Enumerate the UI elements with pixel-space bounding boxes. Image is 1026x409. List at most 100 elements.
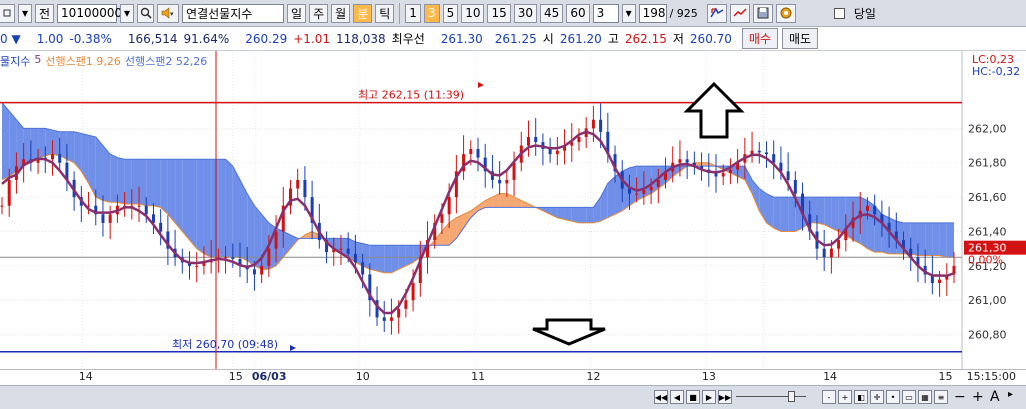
x-tick-label: 11 [471,370,486,383]
period-day-button[interactable]: 일 [287,3,307,23]
interval-60-button[interactable]: 60 [566,3,590,23]
scroll-first-icon[interactable]: ◀◀ [654,390,668,404]
dropdown-more-icon[interactable]: ▸ [1008,389,1013,400]
dropdown-arrow-icon[interactable]: ▾ [18,3,32,23]
cloud-segment [131,159,140,204]
toggle-view-icon[interactable]: ◧ [854,390,868,404]
candle-body [447,197,451,215]
candle-body [786,171,790,180]
cloud-segment [110,154,118,203]
code-input[interactable]: 10100000 [57,3,122,23]
interval-30-button[interactable]: 30 [513,3,538,23]
tick-button[interactable]: 틱 [375,3,395,23]
cloud-segment [117,157,125,204]
cloud-segment [701,162,709,167]
fit-icon[interactable] [706,3,727,23]
y-tick-label: 260,80 [968,329,1007,342]
scroll-stop-icon[interactable]: ■ [686,390,700,404]
candle-body [512,162,516,180]
interval-3-button[interactable]: 3 [423,3,440,23]
quote-oi: 118,038 [336,31,386,46]
cloud-segment [203,159,212,258]
zoom-slider-handle[interactable] [788,391,795,402]
cloud-segment [946,222,954,258]
candle-body [772,154,776,163]
candle-body [534,136,538,143]
zoom-plus-icon[interactable]: + [972,389,984,405]
chart-scrollbar[interactable]: ◀◀ ◀ ■ ▶ ▶▶ - + ◧ ✛ • ▭ ▦ ≡ − + A ▸ [0,385,1026,409]
type-button[interactable]: 전 [35,3,55,23]
search-icon[interactable] [137,3,155,23]
gear-icon[interactable] [775,3,796,23]
crosshair-icon[interactable]: ✛ [870,390,884,404]
candle-body [649,186,653,191]
candle-body [938,279,942,284]
interval-1-button[interactable]: 1 [405,3,421,23]
x-tick-label: 10 [355,370,370,383]
sell-button[interactable]: 매도 [782,28,819,49]
candle-body [108,214,112,223]
zoom-slider-track[interactable] [736,396,806,397]
trend-icon[interactable] [729,3,750,23]
candle-body [404,300,408,309]
candle-body [50,154,54,160]
time-axis-clock: 15:15:00 [966,370,1016,383]
save-icon[interactable] [752,3,773,23]
quote-low: 260.70 [689,31,732,46]
screen-icon[interactable]: ▭ [902,390,916,404]
cloud-segment [586,207,594,223]
text-size-icon[interactable]: A [990,389,1000,405]
price-chart[interactable]: 262,00 261,80 261,60 261,40 261,20 261,00 260,… [0,51,1026,369]
scroll-last-icon[interactable]: ▶▶ [718,390,732,404]
quote-change-pct: -0.38% [69,31,112,46]
candle-body [159,222,163,232]
interval-15-button[interactable]: 15 [487,3,511,23]
cloud-segment [377,245,385,273]
svg-text:▾: ▾ [170,10,174,18]
count-input[interactable]: 198 [638,3,667,23]
candle-body [873,205,877,215]
square-glyph-icon[interactable] [0,3,15,23]
interval-10-button[interactable]: 10 [461,3,485,23]
interval-select[interactable]: 3 [592,3,619,23]
zoom-out-icon[interactable]: - [822,390,836,404]
pin-icon[interactable]: • [886,390,900,404]
scroll-next-icon[interactable]: ▶ [702,390,716,404]
candle-body [231,257,235,259]
grid-icon[interactable]: ▦ [918,390,932,404]
candle-body [0,205,4,207]
chart-canvas[interactable]: 262,00261,80261,60261,40261,20261,00260,… [0,51,1026,369]
candle-body [195,265,199,267]
candle-body [224,257,228,259]
interval-dropdown-icon[interactable]: ▾ [621,3,636,23]
x-tick-label: 06/03 [251,370,287,383]
candle-body [7,179,11,206]
list-icon[interactable]: ≡ [934,390,948,404]
candle-body [382,317,386,321]
name-field: 연결선물지수 [182,3,285,23]
candle-body [58,154,62,163]
quote-high-label: 고 [607,32,619,46]
candle-body [757,150,761,153]
candle-body [260,265,264,275]
code-dropdown-icon[interactable]: ▾ [120,3,135,23]
candle-body [685,159,689,163]
cloud-segment [196,159,204,254]
quote-open: 261.20 [559,31,602,46]
cloud-segment [384,245,392,273]
legend-item-index: 물지수 [0,55,31,68]
scroll-prev-icon[interactable]: ◀ [670,390,684,404]
interval-45-button[interactable]: 45 [540,3,564,23]
period-week-button[interactable]: 주 [309,3,329,23]
buy-button[interactable]: 매수 [741,28,779,49]
period-month-button[interactable]: 월 [331,3,351,23]
zoom-minus-icon[interactable]: − [954,389,966,405]
candle-body [577,136,581,143]
minute-button[interactable]: 분 [353,3,373,23]
cloud-segment [369,245,378,272]
candle-body [267,248,271,266]
interval-5-button[interactable]: 5 [442,3,459,23]
zoom-in-icon[interactable]: + [838,390,852,404]
speaker-icon[interactable]: ▾ [157,3,180,23]
today-checkbox[interactable] [833,7,845,19]
